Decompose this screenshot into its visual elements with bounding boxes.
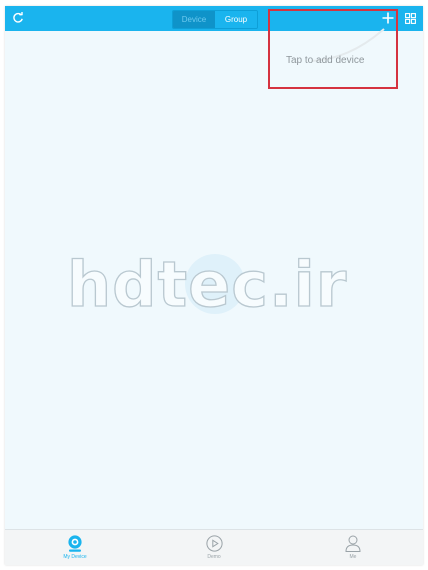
tab-me-label: Me: [349, 554, 357, 560]
watermark: hdtec.ir: [66, 247, 348, 321]
play-icon: [205, 534, 223, 552]
add-device-tip: Tap to add device: [286, 55, 365, 66]
tab-my-device[interactable]: My Device: [40, 530, 110, 565]
tab-me[interactable]: Me: [318, 530, 388, 565]
bottom-tab-bar: My Device Demo Me: [5, 529, 423, 565]
grid-icon: [404, 12, 416, 24]
refresh-button[interactable]: [11, 11, 25, 25]
grid-view-button[interactable]: [403, 11, 417, 25]
tab-demo[interactable]: Demo: [179, 530, 249, 565]
app-screen: Device Group hdtec.ir Tap to add device: [5, 6, 423, 565]
refresh-icon: [13, 12, 23, 23]
tab-device[interactable]: Device: [173, 11, 215, 28]
camera-icon: [68, 534, 82, 552]
tab-my-device-label: My Device: [63, 554, 87, 560]
person-icon: [345, 535, 361, 552]
tab-group[interactable]: Group: [215, 11, 257, 28]
tab-demo-label: Demo: [207, 554, 221, 560]
device-group-switch: Device Group: [172, 10, 258, 29]
